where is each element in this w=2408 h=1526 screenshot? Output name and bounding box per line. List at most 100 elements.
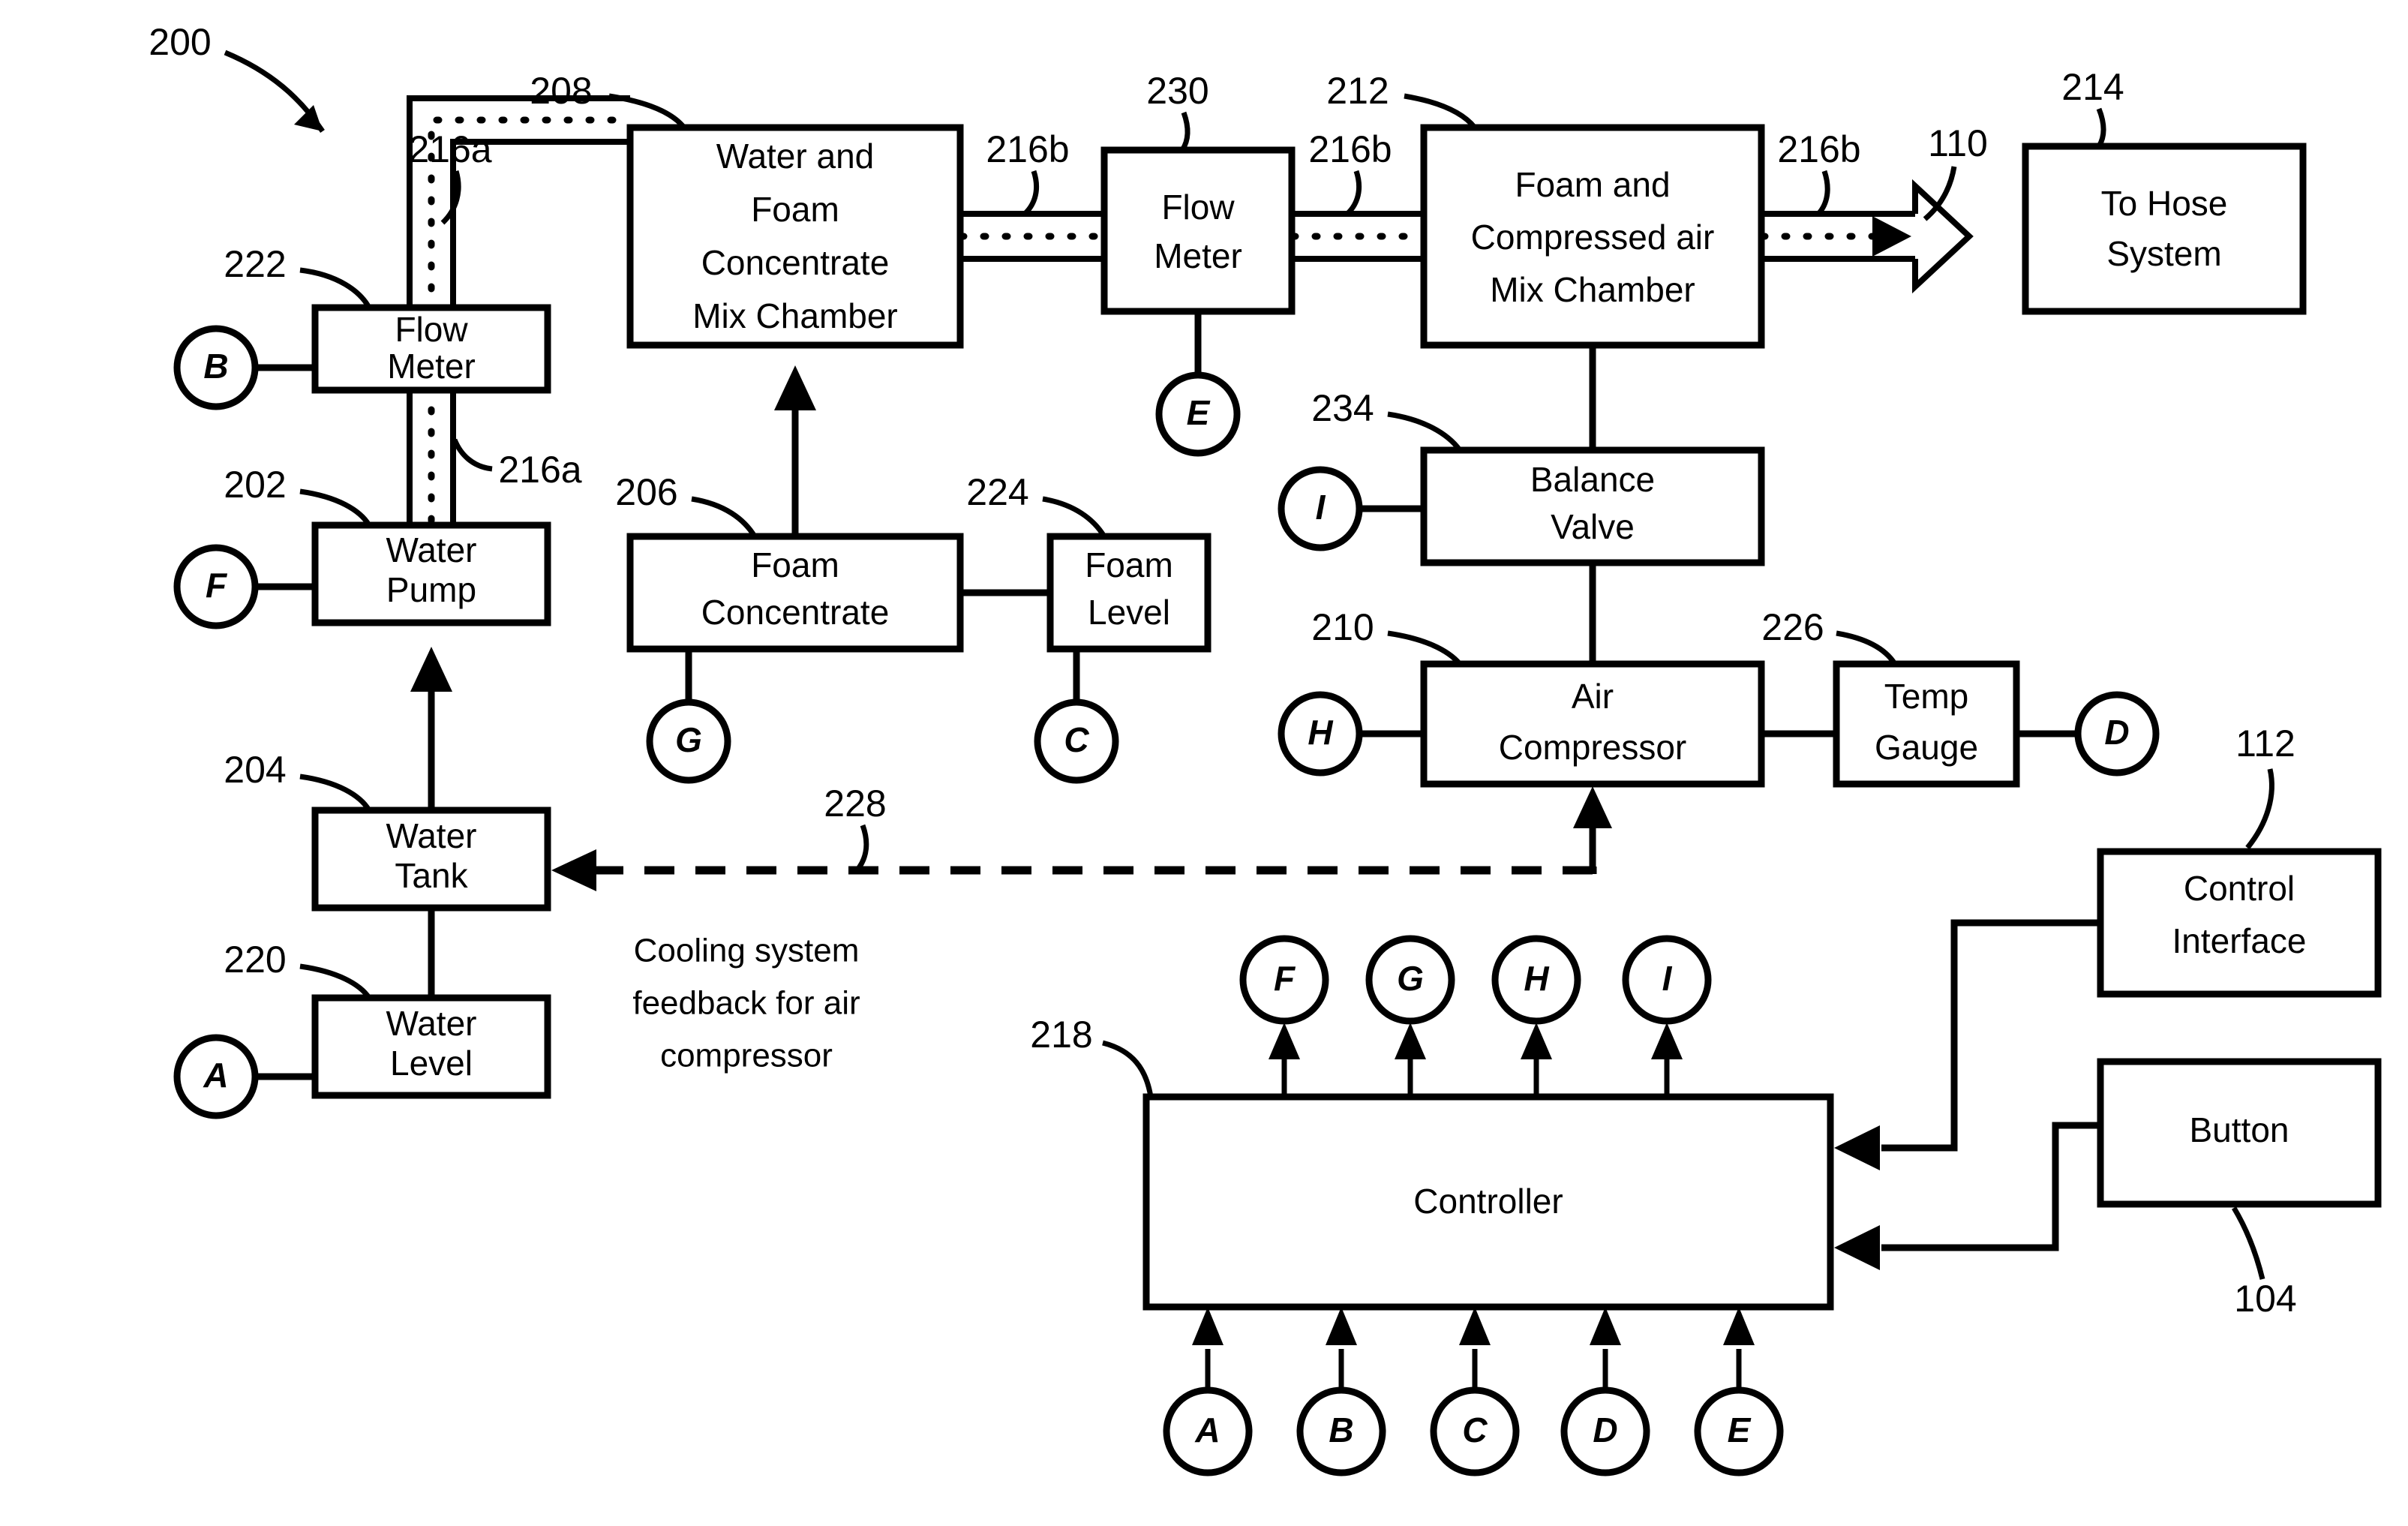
ref-202-text: 202 [224,464,286,506]
controller-input-E: E [1694,1307,1784,1476]
ref-224: 224 [966,471,1106,538]
to-hose-system-label-line2: System [2106,234,2221,273]
arrow-B-head [1326,1307,1357,1345]
foam-concentrate-label-line2: Concentrate [701,593,890,632]
ref-206: 206 [615,471,757,538]
ref-216b-seg1-text: 216b [986,128,1069,170]
circle-input-C-label: C [1462,1410,1488,1449]
ref-226-text: 226 [1761,606,1824,648]
arrow-G-head [1395,1023,1426,1059]
arrow-F-head [1269,1023,1300,1059]
node-A-waterlevel: A [173,1034,315,1119]
water-foam-mix-label-line4: Mix Chamber [692,296,898,335]
controller-input-A: A [1163,1307,1253,1476]
node-E-flowmeter2: E [1155,311,1241,457]
block-temp-gauge[interactable]: Temp Gauge [1833,660,2020,788]
block-diagram-svg: 200 Flow Meter 222 B Water Pump 202 216a… [149,21,2382,1476]
block-flow-meter-2[interactable]: Flow Meter [1100,146,1296,315]
circle-node-B-label: B [203,347,228,386]
foam-level-label-line2: Level [1088,593,1170,632]
ref-110-text: 110 [1928,122,1988,164]
to-hose-system-rect[interactable] [2022,143,2307,315]
controller-output-F: F [1239,935,1329,1097]
block-control-interface[interactable]: Control Interface [2097,848,2382,998]
foam-level-label-line1: Foam [1085,545,1173,584]
ref-216b-seg1: 216b [986,128,1070,216]
ref-216b-seg2-text: 216b [1308,128,1392,170]
flow-meter-2-rect[interactable] [1100,146,1296,315]
block-foam-level[interactable]: Foam Level [1046,533,1212,653]
ref-230-text: 230 [1146,70,1209,112]
ref-212: 212 [1326,70,1477,130]
air-compressor-label-line1: Air [1572,677,1614,716]
tank-pump-arrowhead [410,647,452,692]
ref-202: 202 [224,464,371,527]
circle-node-D-label: D [2104,713,2129,752]
block-flow-meter-1[interactable]: Flow Meter [311,304,551,394]
circle-output-G-label: G [1397,959,1424,998]
ref-216b-outlet: 216b [1777,128,1861,216]
block-balance-valve[interactable]: Balance Valve [1420,446,1765,566]
ref-214-text: 214 [2061,66,2124,108]
controller-output-I: I [1622,935,1712,1097]
annotation-cooling-feedback: Cooling system feedback for air compress… [632,933,860,1074]
node-F-waterpump: F [173,544,315,629]
block-button[interactable]: Button [2097,1058,2382,1208]
block-water-foam-mix-chamber[interactable]: Water and Foam Concentrate Mix Chamber [626,124,964,349]
arrow-E-head [1723,1307,1755,1345]
ref-224-text: 224 [966,471,1028,513]
ref-228-text: 228 [824,783,886,825]
water-foam-mix-label-line3: Concentrate [701,243,890,282]
ref-104-text: 104 [2234,1278,2296,1320]
ref-216a-lower: 216a [452,438,582,491]
ref-208-text: 208 [530,70,592,112]
block-water-level[interactable]: Water Level [311,994,551,1099]
cooling-note-line2: feedback for air [632,985,860,1022]
link-control-interface-controller [1834,919,2100,1170]
arrow-I-head [1651,1023,1683,1059]
block-water-tank[interactable]: Water Tank [311,807,551,912]
ref-216b-outlet-text: 216b [1777,128,1860,170]
ref-204: 204 [224,749,371,812]
foam-concentrate-label-line1: Foam [751,545,839,584]
ref-104: 104 [2231,1206,2297,1320]
block-water-pump[interactable]: Water Pump [311,521,551,626]
ref-220-text: 220 [224,939,286,981]
ref-216a-lower-text: 216a [498,449,581,491]
block-air-compressor[interactable]: Air Compressor [1420,660,1765,788]
circle-input-E-label: E [1728,1410,1752,1449]
block-to-hose-system[interactable]: To Hose System [2022,143,2307,315]
foam-air-mix-label-line1: Foam and [1515,165,1670,204]
block-controller[interactable]: Controller [1142,1093,1834,1311]
water-tank-label-line1: Water [386,816,477,855]
ref-218-text: 218 [1030,1014,1092,1056]
flow-meter-1-label-line2: Meter [387,347,476,386]
feedback-arrowhead-tank [551,849,596,891]
cooling-feedback-line-228 [551,786,1612,891]
ref-204-text: 204 [224,749,286,791]
ref-216b-seg2: 216b [1308,128,1392,216]
pipe-216b-segment-2 [1290,211,1428,262]
control-interface-label-line1: Control [2184,869,2295,908]
pipe-216a-pump-to-meter [407,384,456,529]
controller-input-B: B [1296,1307,1386,1476]
ref-222: 222 [224,243,372,309]
water-pump-label-line2: Pump [386,570,476,609]
temp-gauge-label-line1: Temp [1884,677,1968,716]
ref-212-text: 212 [1326,70,1389,112]
ref-230: 230 [1146,70,1209,152]
flow-meter-2-label-line1: Flow [1161,188,1235,227]
circle-node-I-label: I [1316,488,1326,527]
ref-234: 234 [1311,387,1462,452]
pipe-216b-segment-1 [958,211,1108,262]
air-compressor-label-line2: Compressor [1499,728,1687,767]
water-foam-mix-label-line1: Water and [716,137,875,176]
node-B-flowmeter1: B [173,325,315,410]
block-foam-air-mix-chamber[interactable]: Foam and Compressed air Mix Chamber [1420,124,1765,349]
patent-figure-canvas: 200 Flow Meter 222 B Water Pump 202 216a… [0,0,2408,1526]
controller-output-H: H [1491,935,1581,1097]
ref-218: 218 [1030,1014,1154,1098]
ref-222-text: 222 [224,243,286,285]
ref-220: 220 [224,939,371,1000]
block-foam-concentrate[interactable]: Foam Concentrate [626,533,964,653]
